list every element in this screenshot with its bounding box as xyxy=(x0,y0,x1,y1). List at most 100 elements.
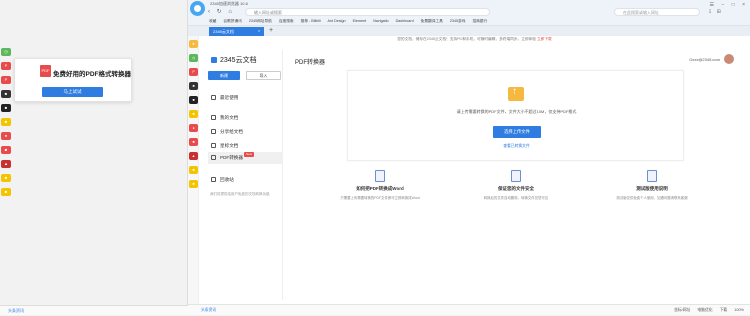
pdf-icon[interactable]: P xyxy=(1,62,11,70)
doc-icon xyxy=(375,170,385,182)
title-bar: 2345加速浏览器 10.6 ‹ ↻ ⌂ 输入网址或搜索 在此搜索或输入网址 ⇩… xyxy=(188,0,750,17)
clock-icon[interactable]: ◷ xyxy=(189,54,198,62)
star-icon[interactable]: ★ xyxy=(189,40,198,48)
pdf-promo-popup: PDF 免费好用的PDF格式转换器 马上试试 xyxy=(14,58,132,102)
app-icon-red[interactable]: ■ xyxy=(1,146,11,154)
app-icon-yellow-3[interactable]: ■ xyxy=(189,180,198,188)
nav-recent[interactable]: 最近使用 xyxy=(208,92,283,104)
window-title: 2345加速浏览器 10.6 xyxy=(210,1,248,6)
view-converted-link[interactable]: 查看已转换文件 xyxy=(348,144,685,149)
feature-security: 保证您的文件安全 转换后的文件自动删除，转换文件仅您可见 xyxy=(461,170,571,200)
app-icon-yellow[interactable]: ■ xyxy=(189,110,198,118)
news-link[interactable]: 头条资讯 xyxy=(201,305,216,315)
left-sidebar: ◷ P P ■ ■ ■ ● ■ ▲ ■ ■ xyxy=(0,48,12,202)
refresh-icon[interactable]: ↻ xyxy=(217,9,222,15)
app-icon-dark[interactable]: ■ xyxy=(1,90,11,98)
nav-label: 回收站 xyxy=(220,177,234,182)
clock-icon xyxy=(211,95,216,100)
doc-icon xyxy=(211,115,216,120)
upload-icon xyxy=(508,86,524,101)
browser-logo-icon[interactable] xyxy=(190,1,205,16)
bookmark-item[interactable]: 2345网址导航 xyxy=(249,19,272,23)
search-input[interactable]: 在此搜索或输入网址 xyxy=(614,8,700,16)
pdf-icon xyxy=(211,155,216,160)
app-icon-car[interactable]: ▲ xyxy=(189,152,198,160)
try-now-button[interactable]: 马上试试 xyxy=(42,87,103,97)
nav-shared[interactable]: 分享给文档 xyxy=(208,126,283,138)
feature-title: 保证您的文件安全 xyxy=(498,186,534,191)
app-brand: 2345云文档 xyxy=(211,55,257,65)
download-icon[interactable]: ⇩ xyxy=(708,9,712,15)
nav-buttons: ‹ ↻ ⌂ xyxy=(208,8,237,16)
new-tab-button[interactable]: + xyxy=(269,27,273,35)
browser-sidebar: ★ ◷ P ■ ■ ■ ● ■ ▲ ■ ■ xyxy=(188,36,199,304)
nav-label: 星标文档 xyxy=(220,143,239,148)
bookmark-item[interactable]: 谷歌拼通讯 xyxy=(223,19,241,23)
bookmark-item[interactable]: 收藏 xyxy=(209,19,216,23)
app-notice: 您的文档，储存在2345云文档！支持PC和手机，可随时编辑，多终端同步。立即体验… xyxy=(199,36,750,43)
info-icon xyxy=(647,170,657,182)
import-button[interactable]: 导入 xyxy=(246,71,281,80)
nav-pdf-converter[interactable]: PDF转换器New xyxy=(208,152,283,164)
nav-trash[interactable]: 回收站 xyxy=(208,174,283,186)
zoom-level[interactable]: 100% xyxy=(734,308,744,312)
popup-title: 免费好用的PDF格式转换器 xyxy=(53,71,131,78)
maximize-icon[interactable]: □ xyxy=(732,2,735,8)
bookmark-item[interactable]: 免费翻译工具 xyxy=(421,19,443,23)
bookmark-item[interactable]: Element xyxy=(353,19,367,23)
user-email[interactable]: Oxxx@2345.com xyxy=(689,57,720,62)
clock-icon[interactable]: ◷ xyxy=(1,48,11,56)
app-icon-dark[interactable]: ■ xyxy=(189,82,198,90)
home-icon[interactable]: ⌂ xyxy=(228,9,232,15)
nav-label: 最近使用 xyxy=(220,95,239,100)
bookmark-item[interactable]: Ant Design xyxy=(328,19,346,23)
feature-desc: 转换后的文件自动删除，转换文件仅您可见 xyxy=(483,196,549,200)
bookmark-item[interactable]: Navigatio xyxy=(373,19,388,23)
share-icon xyxy=(211,129,216,134)
app-icon-red[interactable]: ■ xyxy=(189,138,198,146)
app-icon-yellow-2[interactable]: ■ xyxy=(189,166,198,174)
bookmarks-bar: 收藏 谷歌拼通讯 2345网址导航 百度搜索 推荐 - Bilibili Ant… xyxy=(188,17,750,26)
app-icon-yellow[interactable]: ■ xyxy=(1,118,11,126)
bookmark-item[interactable]: 百度搜索 xyxy=(279,19,294,23)
bookmark-item[interactable]: 招商银行 xyxy=(472,19,487,23)
bookmark-item[interactable]: Dashboard xyxy=(396,19,414,23)
feature-how-to: 如何把PDF转换成Word 只需要上传需要转换的PDF文件即可立即转换成Word xyxy=(325,170,435,200)
app-icon-red-round[interactable]: ● xyxy=(1,132,11,140)
app-icon-car[interactable]: ▲ xyxy=(1,160,11,168)
app-icon-black[interactable]: ■ xyxy=(1,104,11,112)
close-icon[interactable]: × xyxy=(742,2,745,8)
status-right: 坐标/网址 电脑优化 下载 100% xyxy=(668,305,744,315)
news-link[interactable]: 头条资讯 xyxy=(8,308,24,313)
bookmark-item[interactable]: 推荐 - Bilibili xyxy=(301,19,321,23)
extension-icon[interactable]: ⊞ xyxy=(717,9,721,15)
back-icon[interactable]: ‹ xyxy=(208,9,210,15)
nav-label: 我的文档 xyxy=(220,115,239,120)
tab-active[interactable]: 2345云文档 xyxy=(209,27,264,36)
bookmark-item[interactable]: 2345游戏 xyxy=(450,19,466,23)
nav-label: 分享给文档 xyxy=(220,129,243,134)
tab-close-icon[interactable]: × xyxy=(258,26,260,35)
status-bar: 头条资讯 坐标/网址 电脑优化 下载 100% xyxy=(188,304,750,315)
avatar[interactable] xyxy=(724,54,734,64)
status-item[interactable]: 坐标/网址 xyxy=(674,308,690,312)
pdf-icon-2[interactable]: P xyxy=(1,76,11,84)
status-item[interactable]: 下载 xyxy=(720,308,728,312)
notice-download-link[interactable]: 立即下载 xyxy=(537,37,552,41)
feature-title: 如何把PDF转换成Word xyxy=(356,186,404,191)
shield-icon xyxy=(511,170,521,182)
upload-file-button[interactable]: 选择上传文件 xyxy=(493,126,541,138)
new-button[interactable]: 新建 xyxy=(208,71,240,80)
app-icon-yellow-2[interactable]: ■ xyxy=(1,174,11,182)
nav-my-docs[interactable]: 我的文档 xyxy=(208,112,283,124)
status-item[interactable]: 电脑优化 xyxy=(697,308,712,312)
nav-starred[interactable]: 星标文档 xyxy=(208,140,283,152)
address-bar[interactable]: 输入网址或搜索 xyxy=(245,8,490,16)
app-icon-black[interactable]: ■ xyxy=(189,96,198,104)
app-icon-red-round[interactable]: ● xyxy=(189,124,198,132)
menu-icon[interactable]: ☰ xyxy=(709,2,713,8)
pdf-icon[interactable]: P xyxy=(189,68,198,76)
app-icon-yellow-3[interactable]: ■ xyxy=(1,188,11,196)
minimize-icon[interactable]: − xyxy=(721,2,724,8)
upload-card: 请上传需要转换的PDF文件，文件大小不超过10M，仅支持PDF格式 选择上传文件… xyxy=(347,70,684,161)
